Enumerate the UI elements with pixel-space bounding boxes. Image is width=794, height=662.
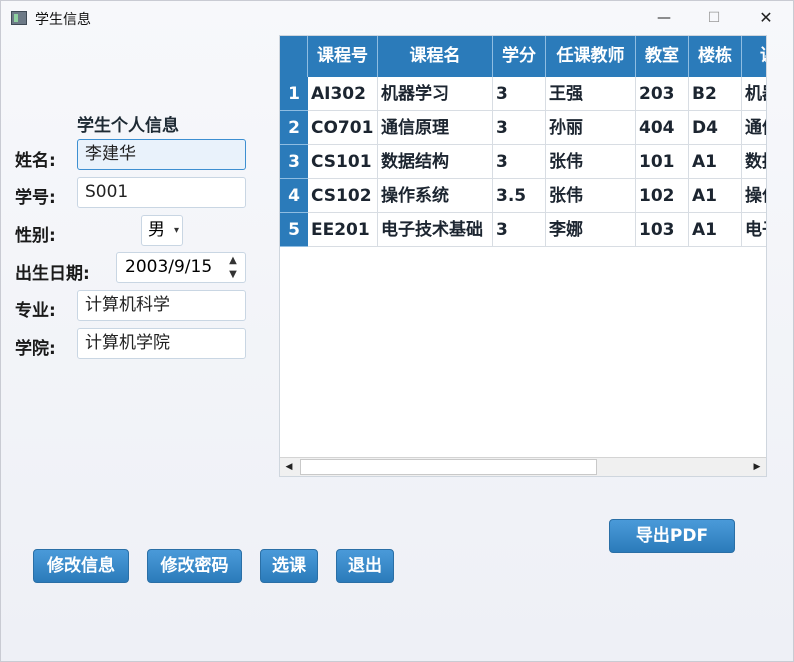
table-cell-classroom[interactable]: 102 <box>636 179 689 213</box>
table-cell-course-name[interactable]: 数据结构 <box>378 145 493 179</box>
table-cell-classroom[interactable]: 103 <box>636 213 689 247</box>
app-icon <box>11 11 27 25</box>
table-cell-course-name[interactable]: 操作系统 <box>378 179 493 213</box>
birthdate-spinbox[interactable]: 2003/9/15 ▲ ▼ <box>116 252 246 283</box>
change-password-button[interactable]: 修改密码 <box>147 549 242 583</box>
close-button[interactable]: ✕ <box>743 1 789 35</box>
column-header-classroom[interactable]: 教室 <box>636 36 689 77</box>
column-header-course-id[interactable]: 课程号 <box>308 36 378 77</box>
table-cell-course[interactable]: 操作 <box>742 179 766 213</box>
maximize-button[interactable]: ☐ <box>691 1 737 35</box>
courses-table[interactable]: 课程号 课程名 学分 任课教师 教室 楼栋 课 1AI302机器学习3王强203… <box>279 35 767 477</box>
table-cell-course-id[interactable]: CO701 <box>308 111 378 145</box>
birthdate-value: 2003/9/15 <box>125 257 213 277</box>
table-cell-credits[interactable]: 3 <box>493 213 546 247</box>
gender-select[interactable]: 男 ▾ <box>141 215 183 246</box>
table-cell-teacher[interactable]: 孙丽 <box>546 111 636 145</box>
table-cell-course-name[interactable]: 电子技术基础 <box>378 213 493 247</box>
birthdate-label: 出生日期: <box>15 264 90 284</box>
table-cell-credits[interactable]: 3.5 <box>493 179 546 213</box>
table-cell-building[interactable]: A1 <box>689 213 742 247</box>
table-cell-building[interactable]: D4 <box>689 111 742 145</box>
table-cell-teacher[interactable]: 李娜 <box>546 213 636 247</box>
table-cell-course[interactable]: 通信 <box>742 111 766 145</box>
student-id-field[interactable]: S001 <box>77 177 246 208</box>
table-cell-building[interactable]: A1 <box>689 145 742 179</box>
export-pdf-button[interactable]: 导出PDF <box>609 519 735 553</box>
gender-value: 男 <box>148 220 165 240</box>
student-info-window: 学生信息 — ☐ ✕ 学生个人信息 姓名: 李建华 学号: S001 性别: 男… <box>0 0 794 662</box>
row-header[interactable]: 2 <box>280 111 308 145</box>
table-cell-classroom[interactable]: 101 <box>636 145 689 179</box>
select-course-button[interactable]: 选课 <box>260 549 318 583</box>
row-header[interactable]: 3 <box>280 145 308 179</box>
window-title: 学生信息 <box>35 12 91 28</box>
gender-label: 性别: <box>15 226 56 246</box>
row-header[interactable]: 5 <box>280 213 308 247</box>
table-cell-credits[interactable]: 3 <box>493 111 546 145</box>
major-field[interactable]: 计算机科学 <box>77 290 246 321</box>
table-cell-classroom[interactable]: 203 <box>636 77 689 111</box>
row-header[interactable]: 1 <box>280 77 308 111</box>
table-cell-course[interactable]: 电子 <box>742 213 766 247</box>
scrollbar-thumb[interactable] <box>300 459 597 475</box>
table-cell-teacher[interactable]: 张伟 <box>546 145 636 179</box>
student-id-label: 学号: <box>15 188 56 208</box>
table-cell-course-name[interactable]: 通信原理 <box>378 111 493 145</box>
exit-button[interactable]: 退出 <box>336 549 394 583</box>
table-cell-building[interactable]: B2 <box>689 77 742 111</box>
table-cell-classroom[interactable]: 404 <box>636 111 689 145</box>
table-corner <box>280 36 308 77</box>
table-cell-credits[interactable]: 3 <box>493 77 546 111</box>
spin-down-icon[interactable]: ▼ <box>224 268 242 281</box>
spin-up-icon[interactable]: ▲ <box>224 254 242 267</box>
table-cell-building[interactable]: A1 <box>689 179 742 213</box>
college-label: 学院: <box>15 339 56 359</box>
row-header[interactable]: 4 <box>280 179 308 213</box>
title-bar: 学生信息 — ☐ ✕ <box>1 1 793 35</box>
table-cell-teacher[interactable]: 王强 <box>546 77 636 111</box>
name-field[interactable]: 李建华 <box>77 139 246 170</box>
table-cell-teacher[interactable]: 张伟 <box>546 179 636 213</box>
minimize-button[interactable]: — <box>641 1 687 35</box>
table-cell-course[interactable]: 机器 <box>742 77 766 111</box>
scroll-right-icon[interactable]: ▶ <box>748 458 766 476</box>
major-label: 专业: <box>15 301 56 321</box>
table-cell-course-id[interactable]: CS101 <box>308 145 378 179</box>
table-cell-course-name[interactable]: 机器学习 <box>378 77 493 111</box>
college-field[interactable]: 计算机学院 <box>77 328 246 359</box>
table-cell-credits[interactable]: 3 <box>493 145 546 179</box>
table-cell-course-id[interactable]: AI302 <box>308 77 378 111</box>
edit-info-button[interactable]: 修改信息 <box>33 549 129 583</box>
column-header-building[interactable]: 楼栋 <box>689 36 742 77</box>
name-label: 姓名: <box>15 151 56 171</box>
column-header-teacher[interactable]: 任课教师 <box>546 36 636 77</box>
table-cell-course[interactable]: 数据 <box>742 145 766 179</box>
table-cell-course-id[interactable]: CS102 <box>308 179 378 213</box>
profile-section-title: 学生个人信息 <box>77 116 179 136</box>
column-header-credits[interactable]: 学分 <box>493 36 546 77</box>
scroll-left-icon[interactable]: ◀ <box>280 458 298 476</box>
column-header-course[interactable]: 课 <box>742 36 766 77</box>
column-header-course-name[interactable]: 课程名 <box>378 36 493 77</box>
chevron-down-icon: ▾ <box>173 225 179 236</box>
horizontal-scrollbar[interactable]: ◀ ▶ <box>280 457 766 476</box>
table-cell-course-id[interactable]: EE201 <box>308 213 378 247</box>
